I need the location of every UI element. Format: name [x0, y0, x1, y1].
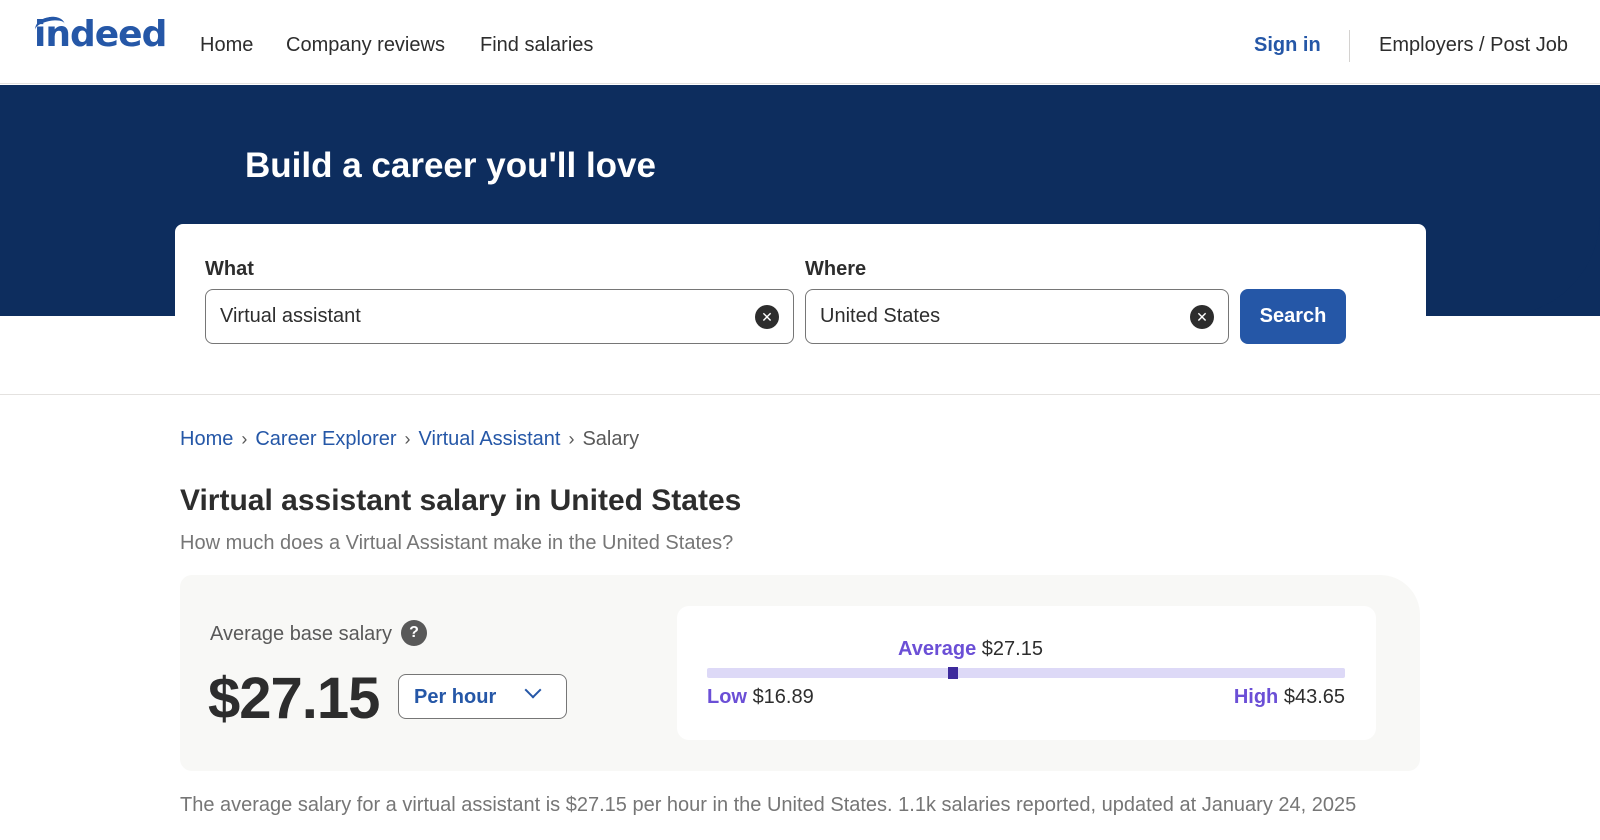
range-low: Low $16.89: [707, 686, 814, 709]
average-base-salary-label: Average base salary: [210, 623, 392, 645]
employers-post-job-link[interactable]: Employers / Post Job: [1379, 34, 1568, 57]
where-label: Where: [805, 258, 867, 280]
what-field[interactable]: ✕: [205, 289, 794, 344]
breadcrumb-current: Salary: [582, 428, 640, 450]
pay-period-select[interactable]: Per hour: [398, 674, 567, 719]
range-high-value: $43.65: [1283, 686, 1345, 708]
clear-what-icon[interactable]: ✕: [755, 305, 779, 329]
where-input[interactable]: [820, 290, 1179, 343]
range-average: Average $27.15: [898, 638, 1043, 661]
search-button[interactable]: Search: [1240, 289, 1346, 344]
range-low-label: Low: [707, 686, 747, 708]
clear-where-icon[interactable]: ✕: [1190, 305, 1214, 329]
range-low-value: $16.89: [752, 686, 814, 708]
hero-banner-curve: [1425, 85, 1600, 316]
hero-title: Build a career you'll love: [245, 146, 656, 185]
what-input[interactable]: [220, 290, 719, 343]
chevron-right-icon: ›: [241, 429, 248, 449]
nav-find-salaries[interactable]: Find salaries: [480, 34, 593, 57]
what-label: What: [205, 258, 254, 280]
salary-summary: The average salary for a virtual assista…: [180, 794, 1357, 816]
nav-company-reviews[interactable]: Company reviews: [286, 34, 445, 57]
nav-home[interactable]: Home: [200, 34, 253, 57]
average-salary-amount: $27.15: [208, 666, 380, 731]
range-high: High $43.65: [1234, 686, 1345, 709]
nav-divider: [1349, 30, 1350, 62]
chevron-right-icon: ›: [404, 429, 411, 449]
indeed-logo[interactable]: indeed: [34, 14, 167, 55]
sign-in-link[interactable]: Sign in: [1254, 34, 1321, 57]
chevron-down-icon: [524, 681, 542, 699]
page-title: Virtual assistant salary in United State…: [180, 484, 742, 517]
where-field[interactable]: ✕: [805, 289, 1229, 344]
pay-period-value: Per hour: [414, 686, 497, 708]
breadcrumb-home[interactable]: Home: [180, 428, 233, 451]
chevron-right-icon: ›: [568, 429, 575, 449]
breadcrumb: Home › Career Explorer › Virtual Assista…: [180, 428, 639, 451]
range-average-label: Average: [898, 638, 977, 660]
breadcrumb-virtual-assistant[interactable]: Virtual Assistant: [419, 428, 561, 451]
section-divider: [0, 394, 1600, 395]
help-icon[interactable]: ?: [401, 620, 427, 646]
salary-range-bar: [707, 668, 1345, 678]
range-average-value: $27.15: [981, 638, 1043, 660]
top-navigation: indeed Home Company reviews Find salarie…: [0, 0, 1600, 84]
breadcrumb-career-explorer[interactable]: Career Explorer: [255, 428, 396, 451]
range-high-label: High: [1233, 686, 1279, 708]
average-marker: [947, 667, 958, 679]
page-subtitle: How much does a Virtual Assistant make i…: [180, 532, 734, 554]
